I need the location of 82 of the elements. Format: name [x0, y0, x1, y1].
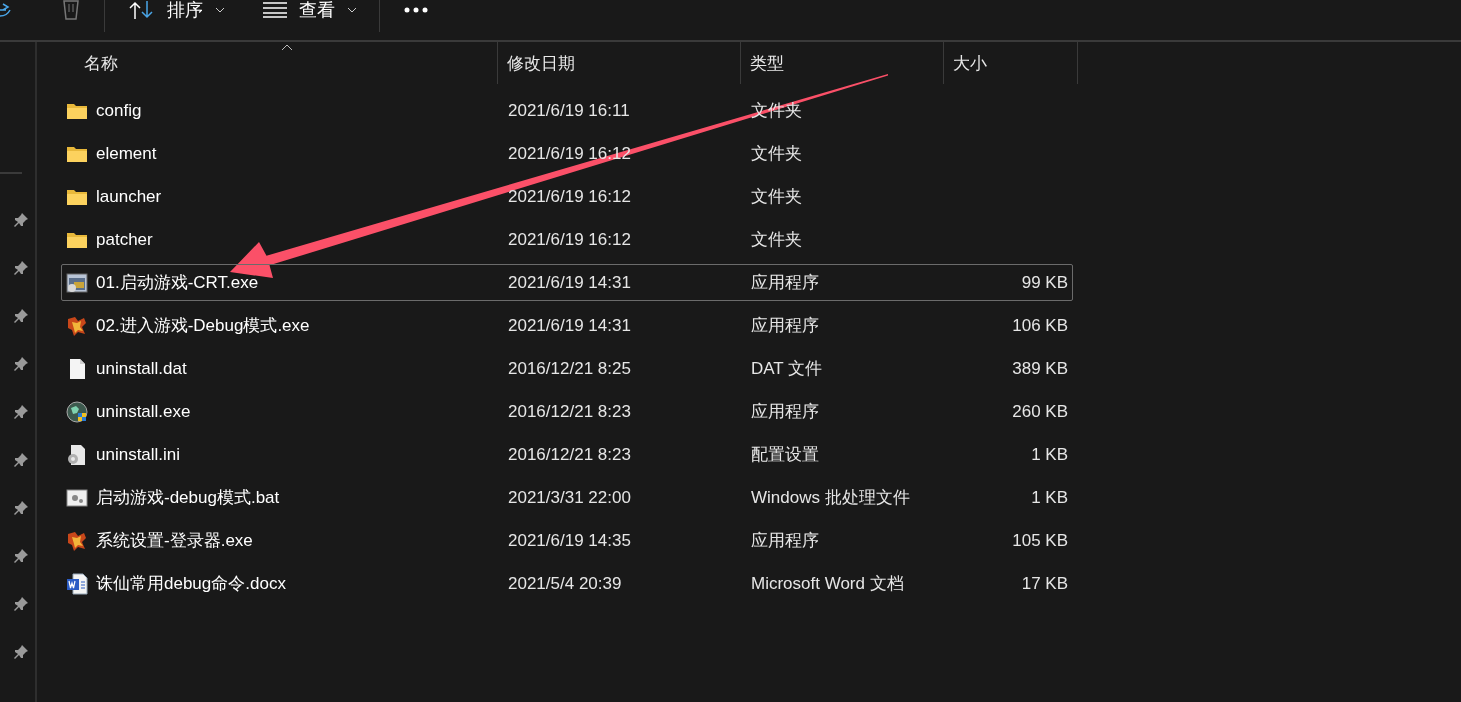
modified-date: 2016/12/21 8:23 [507, 401, 632, 422]
file-size: 106 KB [1011, 315, 1069, 336]
file-row[interactable]: 启动游戏-debug模式.bat 2021/3/31 22:00 Windows 批处理文件 1 KB [61, 479, 1073, 516]
view-button[interactable]: 查看 [253, 0, 367, 20]
file-size: 99 KB [1020, 272, 1069, 293]
file-name: uninstall.exe [96, 401, 191, 422]
share-icon[interactable] [0, 0, 12, 18]
application-window-icon [66, 271, 88, 294]
modified-date: 2021/6/19 16:12 [507, 186, 632, 207]
modified-date: 2021/6/19 14:31 [507, 315, 632, 336]
modified-date: 2021/5/4 20:39 [507, 573, 623, 594]
file-row[interactable]: 系统设置-登录器.exe 2021/6/19 14:35 应用程序 105 KB [61, 522, 1073, 559]
pin-icon [13, 500, 29, 516]
file-name: 系统设置-登录器.exe [96, 530, 253, 552]
modified-date: 2021/6/19 14:35 [507, 530, 632, 551]
file-name: uninstall.dat [96, 358, 187, 379]
pin-icon [13, 404, 29, 420]
sort-caret-icon [281, 44, 293, 51]
file-type: Microsoft Word 文档 [750, 573, 905, 595]
modified-date: 2016/12/21 8:23 [507, 444, 632, 465]
file-row[interactable]: 02.进入游戏-Debug模式.exe 2021/6/19 14:31 应用程序 106 KB [61, 307, 1073, 344]
pin-icon [13, 596, 29, 612]
file-size: 105 KB [1011, 530, 1069, 551]
file-name: patcher [96, 229, 153, 250]
file-type: 文件夹 [750, 186, 803, 208]
more-options-icon[interactable] [404, 7, 428, 13]
file-type: Windows 批处理文件 [750, 487, 911, 509]
file-size: 1 KB [1030, 444, 1069, 465]
pin-icon [13, 452, 29, 468]
word-document-icon [66, 572, 88, 595]
pin-icon [13, 644, 29, 660]
file-size: 17 KB [1020, 573, 1069, 594]
sort-button[interactable]: 排序 [119, 0, 235, 20]
game-logo-icon [66, 529, 88, 552]
sort-arrows-icon [129, 1, 155, 19]
batch-file-icon [66, 486, 88, 509]
column-header[interactable]: 大小 [943, 42, 1078, 84]
pin-icon [13, 308, 29, 324]
modified-date: 2021/3/31 22:00 [507, 487, 632, 508]
file-type: 应用程序 [750, 530, 820, 552]
file-size: 1 KB [1030, 487, 1069, 508]
modified-date: 2021/6/19 14:31 [507, 272, 632, 293]
file-type: 文件夹 [750, 229, 803, 251]
chevron-down-icon [347, 7, 357, 13]
file-type: 文件夹 [750, 143, 803, 165]
pin-icon [13, 548, 29, 564]
file-name: 启动游戏-debug模式.bat [96, 487, 280, 509]
file-type: 配置设置 [750, 444, 820, 466]
game-logo-icon [66, 314, 88, 337]
file-row[interactable]: 01.启动游戏-CRT.exe 2021/6/19 14:31 应用程序 99 KB [61, 264, 1073, 301]
file-name: launcher [96, 186, 162, 207]
file-row[interactable]: launcher 2021/6/19 16:12 文件夹 [61, 178, 1073, 215]
column-header[interactable]: 修改日期 [497, 42, 740, 84]
file-row[interactable]: uninstall.ini 2016/12/21 8:23 配置设置 1 KB [61, 436, 1073, 473]
file-row[interactable]: uninstall.dat 2016/12/21 8:25 DAT 文件 389 KB [61, 350, 1073, 387]
file-name: 诛仙常用debug命令.docx [96, 573, 286, 595]
file-type: 应用程序 [750, 315, 820, 337]
file-type: 应用程序 [750, 272, 820, 294]
pin-icon [13, 356, 29, 372]
modified-date: 2021/6/19 16:11 [507, 100, 631, 121]
file-size: 260 KB [1011, 401, 1069, 422]
file-row[interactable]: patcher 2021/6/19 16:12 文件夹 [61, 221, 1073, 258]
file-name: uninstall.ini [96, 444, 181, 465]
file-name: element [96, 143, 157, 164]
list-lines-icon [263, 2, 287, 18]
delete-icon[interactable] [62, 0, 80, 20]
chevron-down-icon [215, 7, 225, 13]
pin-icon [13, 212, 29, 228]
file-type: DAT 文件 [750, 358, 824, 380]
file-size: 389 KB [1011, 358, 1069, 379]
modified-date: 2021/6/19 16:12 [507, 229, 632, 250]
file-name: 02.进入游戏-Debug模式.exe [96, 315, 310, 337]
file-row[interactable]: 诛仙常用debug命令.docx 2021/5/4 20:39 Microsoft Word 文档 17 KB [61, 565, 1073, 602]
column-header[interactable]: 名称 [37, 42, 497, 84]
settings-file-icon [66, 443, 88, 466]
pin-icon [13, 260, 29, 276]
file-name: config [96, 100, 142, 121]
file-name: 01.启动游戏-CRT.exe [96, 272, 259, 294]
modified-date: 2016/12/21 8:25 [507, 358, 632, 379]
file-type: 应用程序 [750, 401, 820, 423]
globe-icon [66, 400, 88, 423]
file-row[interactable]: uninstall.exe 2016/12/21 8:23 应用程序 260 KB [61, 393, 1073, 430]
